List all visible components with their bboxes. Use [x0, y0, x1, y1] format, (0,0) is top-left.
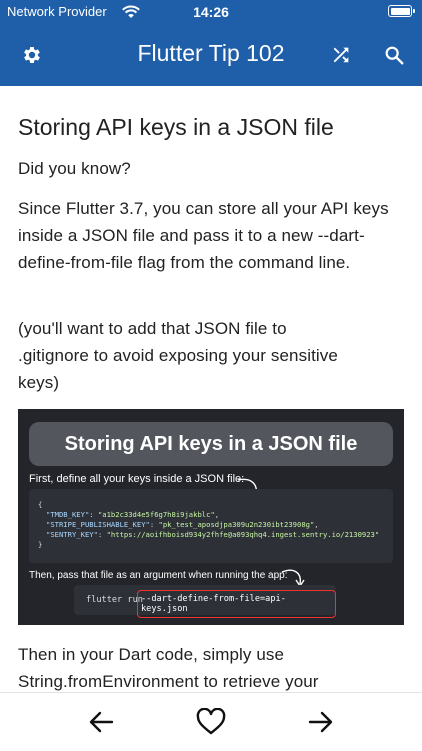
paragraph-explanation: Since Flutter 3.7, you can store all you…	[18, 199, 389, 272]
heart-icon[interactable]	[194, 707, 228, 737]
paragraph-dart-usage: Then in your Dart code, simply use Strin…	[18, 645, 319, 691]
shuffle-icon[interactable]	[327, 41, 355, 69]
arrow-left-icon[interactable]	[84, 707, 118, 737]
tip-illustration: Storing API keys in a JSON file First, d…	[18, 409, 404, 625]
json-key: "TMDB_KEY"	[46, 510, 90, 519]
json-line: "SENTRY_KEY": "https://aoifhboisd934y2fh…	[46, 530, 380, 539]
page-title: Flutter Tip 102	[137, 40, 285, 66]
json-line: "STRIPE_PUBLISHABLE_KEY": "pk_test_aposd…	[46, 520, 319, 529]
json-key: "STRIPE_PUBLISHABLE_KEY"	[46, 520, 150, 529]
json-close-brace: }	[38, 540, 43, 549]
illustration-title: Storing API keys in a JSON file	[29, 422, 393, 466]
illustration-intro: First, define all your keys inside a JSO…	[29, 473, 245, 485]
status-bar: Network Provider 14:26	[0, 0, 422, 24]
search-icon[interactable]	[380, 41, 408, 69]
command-text: flutter run	[86, 595, 143, 605]
bottom-navigation	[0, 692, 422, 751]
battery-icon	[388, 5, 415, 17]
article-content[interactable]: Storing API keys in a JSON file Did you …	[0, 86, 422, 692]
json-comma: ,	[214, 510, 220, 519]
paragraph-gitignore-note: (you'll want to add that JSON file to .g…	[18, 319, 338, 392]
illustration-run-note: Then, pass that file as an argument when…	[29, 570, 288, 581]
highlighted-flag: --dart-define-from-file=api-keys.json	[137, 590, 336, 618]
json-key: "SENTRY_KEY"	[46, 530, 98, 539]
app-bar: Flutter Tip 102	[0, 24, 422, 86]
clock: 14:26	[193, 4, 229, 20]
json-value: "a1b2c33d4e5f6g7h8i9jakblc"	[97, 510, 215, 519]
arrow-right-icon[interactable]	[304, 707, 338, 737]
article-heading: Storing API keys in a JSON file	[18, 114, 334, 140]
header: Network Provider 14:26 Flutter Tip 102	[0, 0, 422, 86]
json-value: "pk_test_aposdjpa309u2n230ibt23908g"	[158, 520, 315, 529]
json-value: "https://aoifhboisd934y2fhfe@a093qhq4.in…	[106, 530, 380, 539]
json-comma: ,	[314, 520, 319, 529]
paragraph-intro: Did you know?	[18, 159, 131, 178]
json-code-block: { "TMDB_KEY": "a1b2c33d4e5f6g7h8i9jakblc…	[29, 489, 393, 563]
json-line: "TMDB_KEY": "a1b2c33d4e5f6g7h8i9jakblc",	[46, 510, 220, 519]
command-code-block: flutter run --dart-define-from-file=api-…	[74, 585, 336, 618]
json-open-brace: {	[38, 500, 43, 509]
battery-level	[390, 7, 410, 15]
